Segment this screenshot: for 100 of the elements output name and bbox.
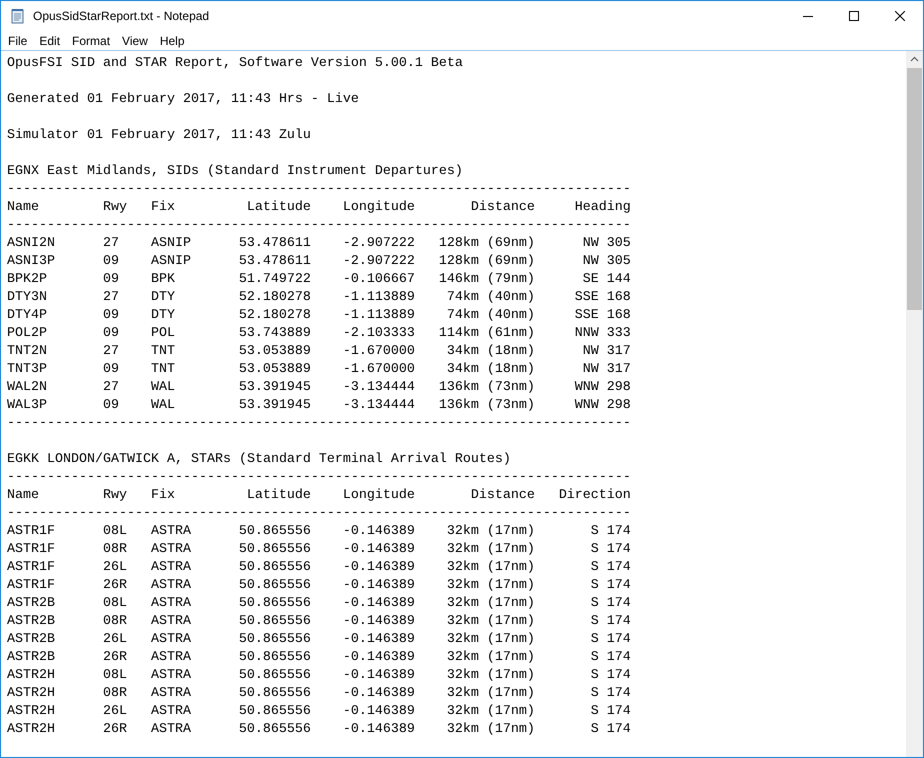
menu-item[interactable]: Edit [33,31,66,50]
table-cell: -0.146389 [342,704,415,719]
table-cell: 50.865556 [238,686,311,701]
table-cell: 53.391945 [238,380,311,395]
table-cell: 26R [102,650,127,665]
column-header: Distance [470,200,535,215]
table-cell: 50.865556 [238,632,311,647]
dashed-rule: ------------------------------------------------------------------------------ [7,470,631,485]
table-cell: SSE 168 [574,290,631,305]
table-cell: 32km (17nm) [446,596,535,611]
table-cell: 50.865556 [238,704,311,719]
table-cell: ASTR1F [7,578,55,593]
table-cell: 114km (61nm) [438,326,535,341]
table-cell: -2.907222 [342,236,415,251]
table-cell: 128km (69nm) [438,236,535,251]
table-cell: 26L [102,560,127,575]
table-cell: -0.106667 [342,272,415,287]
table-cell: -0.146389 [342,614,415,629]
table-cell: 50.865556 [238,596,311,611]
table-cell: 32km (17nm) [446,650,535,665]
table-cell: 32km (17nm) [446,632,535,647]
table-cell: -0.146389 [342,524,415,539]
column-header: Name [7,200,39,215]
table-cell: ASNI3P [7,254,55,269]
table-cell: ASNIP [150,254,191,269]
table-cell: ASTR2B [7,614,55,629]
table-cell: 50.865556 [238,614,311,629]
table-cell: -0.146389 [342,632,415,647]
table-cell: 09 [102,272,119,287]
table-cell: 32km (17nm) [446,542,535,557]
table-cell: 32km (17nm) [446,524,535,539]
text-line: OpusFSI SID and STAR Report, Software Version 5.00.1 Beta [7,56,463,71]
table-cell: POL2P [7,326,47,341]
table-cell: WAL2N [7,380,47,395]
table-cell: 53.743889 [238,326,311,341]
table-cell: 50.865556 [238,524,311,539]
table-cell: DTY [150,308,175,323]
table-cell: 32km (17nm) [446,668,535,683]
table-cell: SE 144 [582,272,631,287]
scrollbar[interactable] [906,51,923,757]
table-cell: TNT3P [7,362,47,377]
table-cell: 53.391945 [238,398,311,413]
dashed-rule: ------------------------------------------------------------------------------ [7,218,631,233]
table-cell: WAL [150,380,175,395]
table-cell: -0.146389 [342,596,415,611]
table-cell: 74km (40nm) [446,308,535,323]
table-cell: -2.103333 [342,326,415,341]
table-cell: BPK2P [7,272,47,287]
table-cell: 09 [102,254,119,269]
table-cell: -1.113889 [342,290,415,305]
table-cell: -0.146389 [342,668,415,683]
table-cell: WAL [150,398,175,413]
table-cell: ASTR2B [7,632,55,647]
table-cell: -3.134444 [342,398,415,413]
table-cell: 09 [102,326,119,341]
table-cell: 32km (17nm) [446,578,535,593]
table-cell: 136km (73nm) [438,398,535,413]
table-cell: 53.478611 [238,236,311,251]
table-cell: S 174 [590,650,631,665]
menu-item[interactable]: Format [66,31,116,50]
table-cell: S 174 [590,722,631,737]
table-cell: S 174 [590,668,631,683]
scroll-thumb[interactable] [907,68,922,310]
table-cell: NNW 333 [574,326,631,341]
menu-item[interactable]: View [116,31,154,50]
menu-item[interactable]: File [2,31,34,50]
table-cell: POL [150,326,175,341]
text-line: EGNX East Midlands, SIDs (Standard Instrument Departures) [7,164,463,179]
column-header: Latitude [246,200,311,215]
table-cell: 08L [102,668,127,683]
table-cell: 08R [102,686,127,701]
table-cell: S 174 [590,560,631,575]
table-cell: 09 [102,398,119,413]
table-cell: 09 [102,362,119,377]
table-cell: S 174 [590,686,631,701]
menu-item[interactable]: Help [154,31,191,50]
table-cell: ASTR2H [7,704,55,719]
table-cell: 34km (18nm) [446,344,535,359]
table-cell: 51.749722 [238,272,311,287]
dashed-rule: ------------------------------------------------------------------------------ [7,506,631,521]
table-cell: -0.146389 [342,686,415,701]
table-cell: 32km (17nm) [446,614,535,629]
table-cell: S 174 [590,614,631,629]
table-cell: 32km (17nm) [446,722,535,737]
table-cell: 53.053889 [238,362,311,377]
table-cell: -0.146389 [342,542,415,557]
table-cell: DTY4P [7,308,47,323]
table-cell: 27 [102,290,119,305]
table-cell: TNT [150,344,175,359]
table-cell: 27 [102,344,119,359]
table-cell: -1.670000 [342,362,415,377]
table-cell: 50.865556 [238,722,311,737]
table-cell: 32km (17nm) [446,704,535,719]
table-cell: 26R [102,722,127,737]
table-cell: ASTRA [150,686,191,701]
table-cell: 52.180278 [238,308,311,323]
table-cell: 50.865556 [238,542,311,557]
column-header: Direction [558,488,631,503]
close-icon [895,11,905,21]
table-cell: ASTR2H [7,668,55,683]
